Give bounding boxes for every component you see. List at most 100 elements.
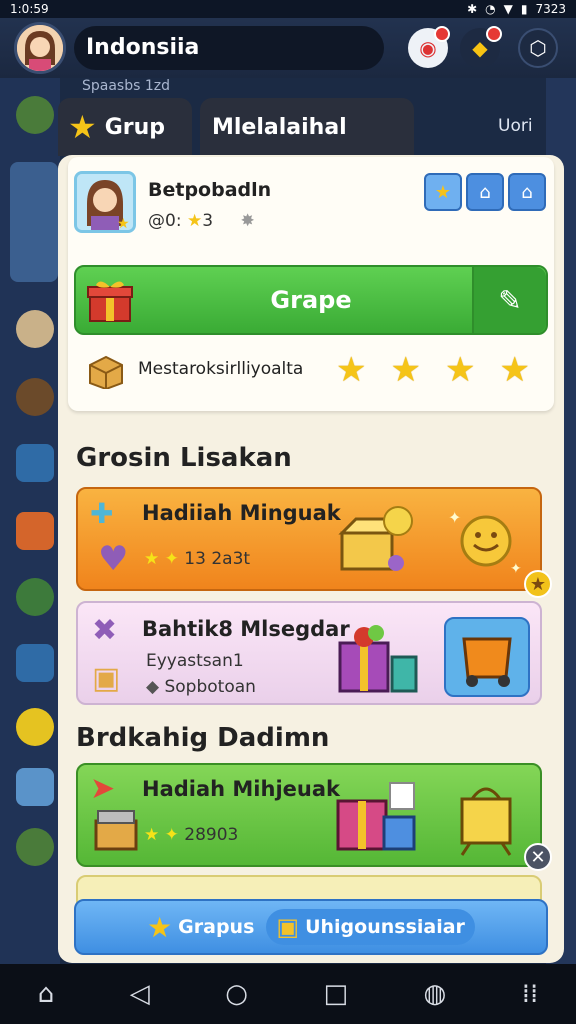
battery-icon: ▮ — [520, 2, 528, 16]
section-title: Grosin Lisakan — [76, 443, 292, 473]
screen-record-icon[interactable]: ◍ — [424, 979, 447, 1009]
back-icon[interactable]: ◁ — [130, 979, 150, 1009]
star-icon: ★ — [444, 350, 476, 390]
notification-badge — [434, 26, 450, 42]
treasure-chest-icon — [338, 506, 413, 571]
arrow-icon: ➤ — [90, 771, 116, 806]
reward-sub: ★ ✦ 13 2a3t — [144, 549, 251, 569]
wifi-icon: ◔ — [485, 2, 496, 16]
main-panel: ★ Betpobadln @0: ★3 ✸ ★ ⌂ ⌂ Grape ✎ Mest… — [58, 155, 564, 963]
side-panel — [10, 162, 58, 282]
tab-right-label[interactable]: Uori — [498, 116, 533, 136]
side-icon-1 — [16, 96, 54, 134]
bottom-actions: ★ Grapus ▣ Uhigounssiaiar — [74, 899, 548, 955]
background-caption: Spaasbs 1zd — [82, 78, 170, 94]
heart-icon: ♥ — [98, 539, 129, 579]
side-icon-6 — [16, 578, 54, 616]
tab-mlelalaihal[interactable]: Mlelalaihal — [200, 98, 414, 156]
star-icon: ★ — [68, 108, 97, 146]
rating-stars: ★ ★ ★ ★ — [336, 351, 530, 389]
close-icon: ✕ — [530, 846, 546, 868]
star-icon: ★ ✦ — [144, 549, 185, 569]
tag-button[interactable]: ◆ — [460, 26, 502, 68]
profile-card: ★ Betpobadln @0: ★3 ✸ ★ ⌂ ⌂ Grape ✎ Mest… — [68, 157, 554, 411]
star-icon: ★ — [147, 910, 173, 944]
star-action-button[interactable]: ★ — [424, 173, 462, 211]
tab-grup[interactable]: ★ Grup — [58, 98, 192, 156]
gear-icon: ⬡ — [529, 36, 547, 60]
tab-label: Mlelalaihal — [212, 114, 347, 140]
home-action-button[interactable]: ⌂ — [466, 173, 504, 211]
search-pill[interactable]: Indonsiia — [74, 26, 384, 70]
bucket-tile[interactable] — [444, 617, 530, 697]
profile-avatar[interactable]: ★ — [74, 171, 136, 233]
star-icon: ★ — [529, 573, 547, 595]
edit-button[interactable]: ✎ — [472, 267, 546, 333]
reward-sub: ★ ✦ 28903 — [144, 825, 239, 845]
home-icon: ⌂ — [521, 181, 533, 203]
box-icon — [89, 355, 123, 389]
star-icon: ★ — [390, 350, 421, 390]
settings-button[interactable]: ⬡ — [518, 28, 558, 68]
status-bar: 1:0:59 ✱ ◔ ▼ ▮ 7323 — [0, 0, 576, 18]
gift-boxes-icon — [336, 782, 416, 851]
side-icon-7 — [16, 644, 54, 682]
grape-label: Grape — [270, 286, 352, 314]
puzzle-icon: ✚ — [90, 497, 114, 530]
house-icon[interactable]: ⌂ — [38, 979, 55, 1009]
lantern-icon — [460, 787, 512, 856]
status-right-text: 7323 — [535, 2, 566, 16]
avatar[interactable] — [14, 22, 66, 74]
reward-title: Hadiah Mihjeuak — [142, 777, 340, 801]
close-button[interactable]: ✕ — [524, 843, 552, 871]
profile-name: Betpobadln — [148, 179, 272, 201]
signal-icon: ▼ — [503, 2, 513, 16]
rating-label: Mestaroksirlliyoalta — [138, 359, 304, 379]
puzzle-icon: ✸ — [240, 211, 255, 231]
gift-box-icon — [86, 277, 134, 323]
uhigounssiaiar-label: Uhigounssiaiar — [305, 916, 465, 938]
chest-icon — [94, 810, 138, 851]
reward-card[interactable]: ➤ Hadiah Mihjeuak ★ ✦ 28903 — [76, 763, 542, 867]
reward-sub: ◆ Sopbotoan — [146, 677, 256, 697]
home-action-button-2[interactable]: ⌂ — [508, 173, 546, 211]
reward-card[interactable]: ✖ ▣ Bahtik8 Mlsegdar Eyyastsan1 ◆ Sopbot… — [76, 601, 542, 705]
tag-badge — [486, 26, 502, 42]
smiley-coin-icon: ✦✦ — [448, 508, 522, 577]
svg-text:✦: ✦ — [510, 561, 522, 577]
home-icon[interactable]: ○ — [225, 979, 248, 1009]
bucket-icon — [462, 637, 512, 687]
box-icon: ▣ — [276, 913, 300, 941]
rating-row: Mestaroksirlliyoalta ★ ★ ★ ★ — [82, 351, 542, 391]
star-icon: ★ — [499, 350, 530, 390]
star-badge[interactable]: ★ — [524, 570, 552, 598]
profile-sub-text: @0: — [148, 211, 187, 231]
bluetooth-icon: ✱ — [467, 2, 478, 16]
background-sidebar — [0, 78, 60, 964]
reward-title: Bahtik8 Mlsegdar — [142, 617, 350, 641]
grapus-label: Grapus — [178, 916, 255, 938]
reward-card[interactable]: ✚ ♥ Hadiiah Minguak ★ ✦ 13 2a3t ✦ ✦ — [76, 487, 542, 591]
side-icon-5 — [16, 512, 54, 550]
grape-button[interactable]: Grape ✎ — [74, 265, 548, 335]
android-nav-bar: ⌂ ◁ ○ □ ◍ ⁞⁞ — [0, 964, 576, 1024]
home-icon: ⌂ — [479, 181, 491, 203]
grapus-button[interactable]: ★ Grapus — [147, 911, 254, 944]
profile-sub-count: 3 — [202, 211, 214, 231]
svg-text:✦: ✦ — [448, 508, 461, 527]
uhigounssiaiar-button[interactable]: ▣ Uhigounssiaiar — [266, 909, 475, 945]
menu-dots-icon[interactable]: ⁞⁞ — [522, 979, 539, 1009]
coin-star-icon: ★ — [186, 211, 203, 231]
reward-sub: Eyyastsan1 — [146, 651, 244, 671]
star-icon: ★ — [434, 181, 452, 203]
profile-subline: @0: ★3 ✸ — [148, 211, 255, 231]
recents-icon[interactable]: □ — [323, 979, 348, 1009]
side-icon-8 — [16, 708, 54, 746]
tag-icon: ◆ — [472, 36, 488, 60]
status-time: 1:0:59 — [10, 2, 49, 16]
profile-actions: ★ ⌂ ⌂ — [424, 173, 546, 211]
tag-icon: ◆ — [146, 677, 165, 697]
notifications-button[interactable]: ◉ — [408, 26, 450, 68]
star-icon: ★ — [336, 350, 367, 390]
bow-icon: ✖ — [92, 613, 118, 648]
